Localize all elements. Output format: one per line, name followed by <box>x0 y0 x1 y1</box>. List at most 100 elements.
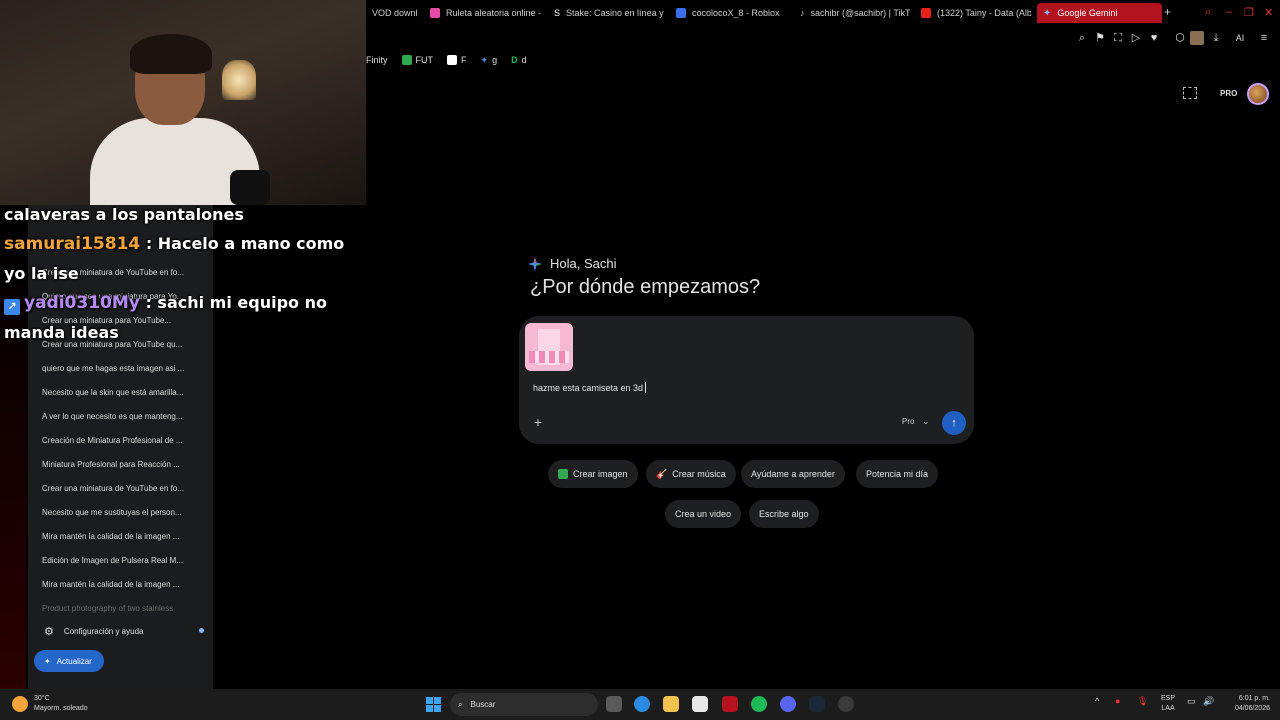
tab-ruleta[interactable]: Ruleta aleatoria online - <box>424 3 542 23</box>
chat-message: ↗ yadi0310My : sachi mi equipo no manda i… <box>4 288 369 347</box>
clock[interactable]: 6:01 p. m. 04/06/2026 <box>1224 694 1270 714</box>
maximize-icon[interactable]: ❐ <box>1244 6 1254 19</box>
discord-icon[interactable] <box>780 696 796 712</box>
bookmark-icon[interactable]: ⚑ <box>1093 31 1107 45</box>
play-icon[interactable]: ▷ <box>1129 31 1143 45</box>
settings-and-help[interactable]: ⚙ Configuración y ayuda <box>44 625 204 638</box>
image-icon <box>558 469 568 479</box>
chip-label: Crear imagen <box>573 469 628 479</box>
tab-youtube[interactable]: (1322) Tainy - Data (Albu <box>915 3 1031 23</box>
spotify-icon[interactable] <box>751 696 767 712</box>
chat-item[interactable]: quiero que me hagas esta imagen asi ... <box>42 357 208 381</box>
update-label: Actualizar <box>56 656 92 666</box>
chat-item[interactable]: Mira mantén la calidad de la imagen ... <box>42 573 208 597</box>
chat-item[interactable]: Miniatura Profesional para Reacción ... <box>42 453 208 477</box>
chip-create-image[interactable]: Crear imagen <box>548 460 638 488</box>
task-view-icon[interactable] <box>606 696 622 712</box>
greeting-text: Hola, Sachi <box>550 256 617 271</box>
search-tabs-icon[interactable]: ⌕ <box>1205 6 1211 19</box>
bookmark-g[interactable]: ✦ g <box>481 55 498 66</box>
tab-roblox[interactable]: cocolocoX_8 - Roblox <box>670 3 788 23</box>
store-icon[interactable] <box>692 696 708 712</box>
tray-app-icon[interactable]: ● <box>1115 696 1120 706</box>
chat-item[interactable]: Mira mantén la calidad de la imagen ... <box>42 525 208 549</box>
prompt-box[interactable]: hazme esta camiseta en 3d + Pro ⌄ ↑ <box>519 316 974 444</box>
bookmark-fut[interactable]: FUT <box>401 55 433 65</box>
chat-username: samurai15814 <box>4 234 141 254</box>
chat-item[interactable]: Product photography of two stainless <box>42 597 208 621</box>
new-tab-button[interactable]: + <box>1164 5 1171 19</box>
minimize-icon[interactable]: – <box>1226 6 1232 18</box>
profile-icon[interactable] <box>1190 31 1204 45</box>
chat-item[interactable]: Necesito que me sustituyas el person... <box>42 501 208 525</box>
chip-boost-day[interactable]: Potencia mi día <box>856 460 939 488</box>
edge-icon[interactable] <box>634 696 650 712</box>
settings-app-icon[interactable] <box>838 696 854 712</box>
bookmark-label: g <box>492 55 498 65</box>
add-attachment-button[interactable]: + <box>531 414 545 430</box>
search-icon: ⌕ <box>458 699 463 709</box>
update-button[interactable]: ✦ Actualizar <box>34 650 104 672</box>
greeting: Hola, Sachi <box>528 256 616 271</box>
d-favicon-icon: D <box>511 55 518 65</box>
screenshot-icon[interactable]: ⛶ <box>1111 31 1125 45</box>
file-explorer-icon[interactable] <box>663 696 679 712</box>
ruleta-favicon-icon <box>430 8 440 18</box>
steam-icon[interactable] <box>809 696 825 712</box>
date: 04/06/2026 <box>1234 705 1270 712</box>
bookmark-d[interactable]: Dd <box>511 55 527 65</box>
extensions-icon[interactable]: ⬡ <box>1173 31 1187 45</box>
chat-item[interactable]: Creación de Miniatura Profesional de ... <box>42 429 208 453</box>
gemini-favicon-icon: ✦ <box>1043 7 1052 19</box>
weather-text: 30°C Mayorm. soleado <box>34 694 88 714</box>
opera-icon[interactable] <box>722 696 738 712</box>
tab-google-gemini[interactable]: ✦ Google Gemini <box>1037 3 1162 23</box>
tiktok-favicon-icon: ♪ <box>800 8 805 18</box>
prompt-text: hazme esta camiseta en 3d <box>533 383 644 393</box>
chat-message: calaveras a los pantalones <box>4 205 244 224</box>
chip-help-learn[interactable]: Ayúdame a aprender <box>741 460 845 488</box>
sun-icon <box>12 696 28 712</box>
ai-button[interactable]: AI <box>1229 31 1251 45</box>
language-indicator[interactable]: ESP LAA <box>1161 694 1175 714</box>
attached-image-thumbnail[interactable] <box>525 323 573 371</box>
windows-start-icon[interactable] <box>426 697 441 712</box>
chat-item[interactable]: Edición de Imagen de Pulsera Real M... <box>42 549 208 573</box>
close-window-icon[interactable]: ✕ <box>1264 6 1273 19</box>
tab-vod[interactable]: VOD downl <box>366 3 422 23</box>
zoom-icon[interactable]: ⌕ <box>1075 31 1089 45</box>
lang-bottom: LAA <box>1161 705 1175 712</box>
gemini-bookmark-icon: ✦ <box>480 54 489 65</box>
prompt-input[interactable]: hazme esta camiseta en 3d <box>533 382 647 393</box>
tab-stake[interactable]: S Stake: Casino en línea y <box>548 3 664 23</box>
bookmark-finity[interactable]: Finity <box>366 55 388 65</box>
taskbar-search[interactable]: ⌕ Buscar <box>450 693 598 716</box>
bookmarks-bar: Finity FUT F ✦ g Dd <box>366 52 527 68</box>
download-icon[interactable]: ⤓ <box>1209 31 1223 45</box>
temporary-chat-icon[interactable] <box>1183 87 1197 99</box>
chip-create-video[interactable]: Crea un video <box>665 500 742 528</box>
microphone-icon[interactable]: 🎙 <box>1137 696 1148 707</box>
chat-item[interactable]: A ver lo que necesito es que manteng... <box>42 405 208 429</box>
text-caret <box>645 382 647 393</box>
bookmark-f[interactable]: F <box>447 55 467 65</box>
chat-username: yadi0310My <box>24 293 140 313</box>
tab-label: Google Gemini <box>1057 8 1118 18</box>
avatar[interactable] <box>1247 83 1269 105</box>
tab-tiktok[interactable]: ♪ sachibr (@sachibr) | TikT <box>794 3 910 23</box>
chip-write-something[interactable]: Escribe algo <box>749 500 819 528</box>
menu-icon[interactable]: ≡ <box>1257 31 1271 45</box>
gear-icon: ⚙ <box>44 626 54 638</box>
network-icon[interactable]: ▭ <box>1187 696 1196 707</box>
chevron-up-icon[interactable]: ^ <box>1095 696 1099 706</box>
model-selector[interactable]: Pro ⌄ <box>902 417 929 426</box>
chip-label: Potencia mi día <box>866 469 929 479</box>
volume-icon[interactable]: 🔊 <box>1203 696 1214 707</box>
chat-item[interactable]: Necesito que la skin que está amarilla..… <box>42 381 208 405</box>
weather-condition: Mayorm. soleado <box>34 705 88 712</box>
weather-widget[interactable]: 30°C Mayorm. soleado <box>12 694 88 714</box>
send-button[interactable]: ↑ <box>942 411 966 435</box>
heart-icon[interactable]: ♥ <box>1147 31 1161 45</box>
chip-create-music[interactable]: 🎸 Crear música <box>646 460 736 488</box>
chat-item[interactable]: Crear una miniatura de YouTube en fo... <box>42 477 208 501</box>
